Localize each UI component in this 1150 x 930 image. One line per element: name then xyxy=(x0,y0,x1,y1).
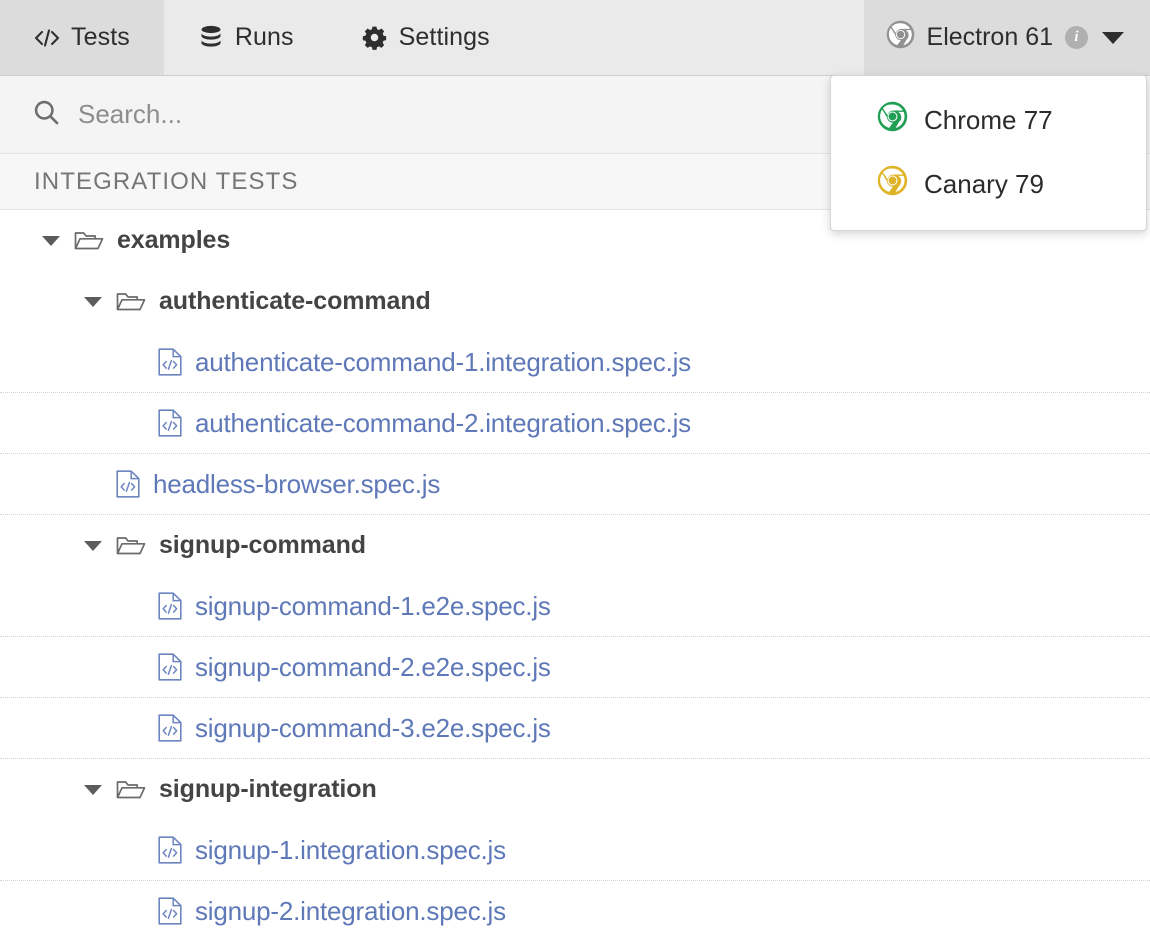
file-name-label: signup-2.integration.spec.js xyxy=(195,895,506,926)
folder-open-icon xyxy=(116,290,146,314)
tree-row-folder[interactable]: authenticate-command xyxy=(0,271,1150,332)
browser-menu-item-canary-label: Canary 79 xyxy=(924,168,1044,199)
tree-row-file[interactable]: authenticate-command-2.integration.spec.… xyxy=(0,393,1150,454)
code-file-icon xyxy=(158,592,182,620)
browser-selector-button[interactable]: Electron 61 i xyxy=(863,0,1150,75)
search-icon xyxy=(32,98,60,131)
test-file-tree: examples authenticate-command authenticate… xyxy=(0,210,1150,930)
chevron-down-icon[interactable] xyxy=(80,540,106,551)
tab-runs[interactable]: Runs xyxy=(164,0,328,75)
tree-row-file[interactable]: signup-command-2.e2e.spec.js xyxy=(0,637,1150,698)
file-name-label: signup-1.integration.spec.js xyxy=(195,834,506,865)
file-name-label: headless-browser.spec.js xyxy=(153,468,441,499)
tree-row-folder[interactable]: signup-integration xyxy=(0,759,1150,820)
chevron-down-icon[interactable] xyxy=(80,784,106,795)
tree-row-file[interactable]: headless-browser.spec.js xyxy=(0,454,1150,515)
folder-open-icon xyxy=(116,534,146,558)
chevron-down-icon[interactable] xyxy=(38,235,64,246)
database-icon xyxy=(198,25,224,51)
browser-menu-item-canary[interactable]: Canary 79 xyxy=(831,152,1146,216)
chrome-icon-gray xyxy=(886,20,915,56)
code-file-icon xyxy=(158,897,182,925)
folder-name-label: signup-command xyxy=(159,531,366,559)
folder-name-label: signup-integration xyxy=(159,775,377,803)
code-file-icon xyxy=(158,653,182,681)
tab-runs-label: Runs xyxy=(234,23,294,51)
tree-row-folder[interactable]: signup-command xyxy=(0,515,1150,576)
chevron-down-icon[interactable] xyxy=(80,296,106,307)
chrome-icon-green xyxy=(877,101,908,139)
browser-menu-item-chrome-label: Chrome 77 xyxy=(924,104,1053,135)
tree-row-file[interactable]: signup-2.integration.spec.js xyxy=(0,881,1150,930)
browser-selector-label: Electron 61 xyxy=(926,23,1053,51)
folder-name-label: examples xyxy=(117,226,231,254)
file-name-label: authenticate-command-1.integration.spec.… xyxy=(195,346,691,377)
code-file-icon xyxy=(158,348,182,376)
tree-row-file[interactable]: signup-1.integration.spec.js xyxy=(0,820,1150,881)
folder-name-label: authenticate-command xyxy=(159,287,431,315)
code-file-icon xyxy=(158,836,182,864)
code-icon xyxy=(34,25,60,51)
browser-dropdown-menu: Chrome 77 Canary 79 xyxy=(830,75,1147,231)
tab-tests[interactable]: Tests xyxy=(0,0,164,75)
info-icon[interactable]: i xyxy=(1065,26,1088,49)
file-name-label: authenticate-command-2.integration.spec.… xyxy=(195,407,691,438)
chevron-down-icon[interactable] xyxy=(1102,31,1124,44)
browser-menu-item-chrome[interactable]: Chrome 77 xyxy=(831,88,1146,152)
tree-row-file[interactable]: signup-command-1.e2e.spec.js xyxy=(0,576,1150,637)
folder-open-icon xyxy=(74,229,104,253)
tab-settings-label: Settings xyxy=(398,23,490,51)
tab-tests-label: Tests xyxy=(71,23,130,51)
main-navbar: Tests Runs Settings Electron 61 i xyxy=(0,0,1150,76)
code-file-icon xyxy=(116,470,140,498)
tree-row-file[interactable]: authenticate-command-1.integration.spec.… xyxy=(0,332,1150,393)
chrome-icon-yellow xyxy=(877,165,908,203)
code-file-icon xyxy=(158,714,182,742)
code-file-icon xyxy=(158,409,182,437)
gear-icon xyxy=(362,25,388,51)
cypress-test-runner-window: Tests Runs Settings Electron 61 i Chrome… xyxy=(0,0,1150,930)
file-name-label: signup-command-1.e2e.spec.js xyxy=(195,590,551,621)
folder-open-icon xyxy=(116,778,146,802)
file-name-label: signup-command-2.e2e.spec.js xyxy=(195,651,551,682)
file-name-label: signup-command-3.e2e.spec.js xyxy=(195,712,551,743)
navbar-spacer xyxy=(524,0,864,75)
tab-settings[interactable]: Settings xyxy=(328,0,524,75)
tree-row-file[interactable]: signup-command-3.e2e.spec.js xyxy=(0,698,1150,759)
